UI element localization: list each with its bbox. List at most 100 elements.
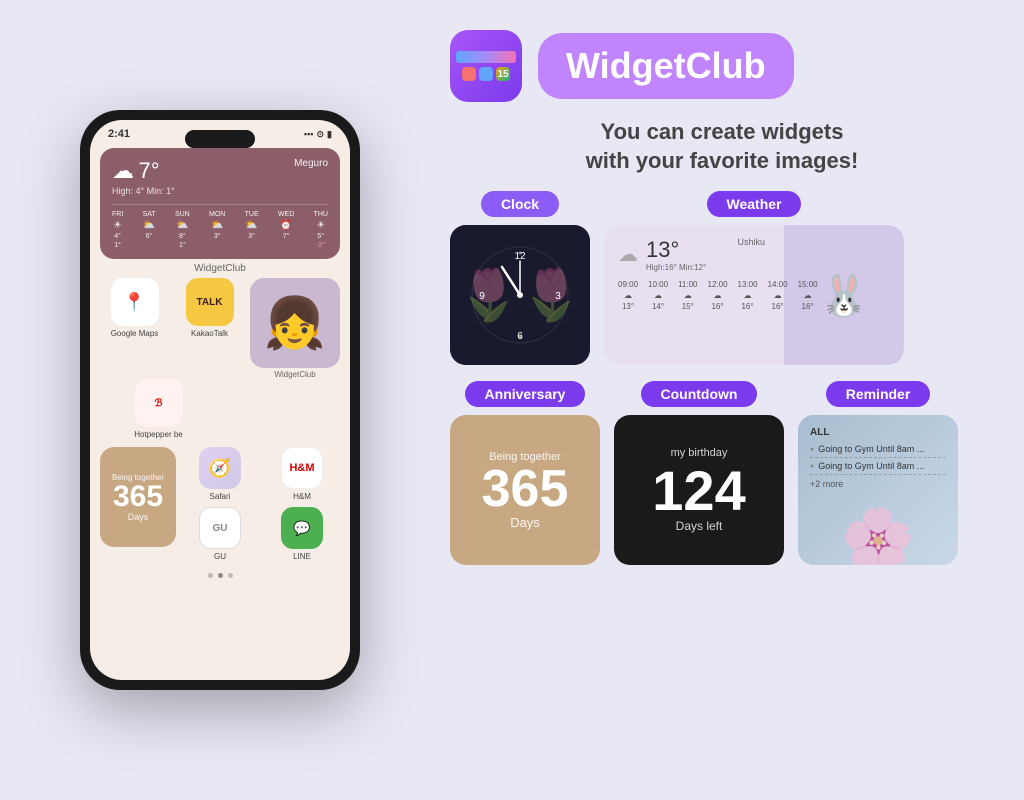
hm-icon: H&M (281, 447, 323, 489)
svg-text:3: 3 (555, 291, 561, 302)
reminder-item-1: ● Going to Gym Until 8am ... (810, 441, 946, 458)
app-header: 15 WidgetClub (450, 30, 994, 102)
countdown-badge: Countdown (641, 381, 758, 407)
app-name-text: WidgetClub (566, 45, 766, 86)
safari-label: Safari (210, 492, 231, 501)
icon-dot-15: 15 (496, 67, 510, 81)
icon-dot-red (462, 67, 476, 81)
phone-notch (185, 130, 255, 148)
phone-app-grid: 📍 Google Maps TALK KakaoTalk 👧 WidgetClu… (90, 278, 350, 379)
app-hm[interactable]: H&M H&M (264, 447, 340, 501)
tagline: You can create widgets with your favorit… (450, 118, 994, 175)
dot-1 (208, 573, 213, 578)
phone-col2: 🧭 Safari GU GU (182, 447, 258, 561)
reminder-demo: 🌸 ALL ● Going to Gym Until 8am ... ● Goi… (798, 415, 958, 565)
phone-highlow: High: 4° Min: 1° (112, 186, 328, 196)
weather-demo-location: Ushiku (737, 237, 765, 247)
reminder-item-2: ● Going to Gym Until 8am ... (810, 458, 946, 475)
photo-widget-area: 👧 WidgetClub (250, 278, 340, 379)
safari-icon: 🧭 (199, 447, 241, 489)
ann-days: Days (108, 512, 168, 522)
ann-demo-days: Days (510, 515, 540, 530)
icon-top-bar (456, 51, 516, 63)
cloud-icon: ☁ (618, 242, 638, 267)
hm-label: H&M (293, 492, 311, 501)
anniversary-badge: Anniversary (465, 381, 586, 407)
app-line[interactable]: 💬 LINE (264, 507, 340, 561)
phone-weather-icon: ☁ (112, 158, 134, 183)
phone-temp: 7° (138, 158, 159, 183)
left-panel: 2:41 ▪▪▪ ⊙ ▮ ☁ 7° Meguro High: 4° Min: 1… (0, 0, 440, 800)
ann-number: 365 (108, 482, 168, 512)
app-gu[interactable]: GU GU (182, 507, 258, 561)
widget-row-bottom: Anniversary Being together 365 Days Coun… (450, 381, 994, 565)
signal-icon: ▪▪▪ (304, 129, 314, 139)
ann-label: Being together (108, 473, 168, 482)
weather-demo-temp: 13° (646, 237, 706, 263)
countdown-demo: my birthday 124 Days left (614, 415, 784, 565)
clock-section: Clock 🌷🌷 12 3 6 9 (450, 191, 590, 365)
ann-demo-label: Being together (489, 451, 561, 463)
phone-bottom-grid: Being together 365 Days 🧭 Safari GU GU (90, 441, 350, 567)
app-hotpepper[interactable]: ℬ Hotpepper be (100, 379, 217, 439)
phone-anniversary-widget: Being together 365 Days (100, 447, 176, 547)
weather-badge: Weather (707, 191, 802, 217)
weather-demo-highlow: High:16° Min:12° (646, 263, 706, 272)
clock-badge: Clock (481, 191, 559, 217)
right-panel: 15 WidgetClub You can create widgets wit… (440, 0, 1024, 800)
wifi-icon: ⊙ (317, 129, 325, 140)
weather-widget-demo: 🐰 Ushiku ☁ 13° High:16° Min:12° 09:00☁13… (604, 225, 904, 365)
gu-icon: GU (199, 507, 241, 549)
icon-dot-blue (479, 67, 493, 81)
anniversary-section: Anniversary Being together 365 Days (450, 381, 600, 565)
line-label: LINE (293, 552, 311, 561)
hotpepper-icon: ℬ (135, 379, 183, 427)
app-row2: ℬ Hotpepper be (90, 379, 350, 441)
weather-section: Weather 🐰 Ushiku ☁ 13° High:16° Min:12° … (604, 191, 904, 365)
hotpepper-label: Hotpepper be (134, 430, 182, 439)
ann-demo-number: 365 (482, 463, 569, 515)
reminder-all: ALL (810, 427, 946, 438)
page-dots (90, 567, 350, 584)
clock-widget-demo: 🌷🌷 12 3 6 9 (450, 225, 590, 365)
line-icon: 💬 (281, 507, 323, 549)
phone-frame: 2:41 ▪▪▪ ⊙ ▮ ☁ 7° Meguro High: 4° Min: 1… (80, 110, 360, 690)
status-icons: ▪▪▪ ⊙ ▮ (304, 129, 332, 140)
phone-screen: 2:41 ▪▪▪ ⊙ ▮ ☁ 7° Meguro High: 4° Min: 1… (90, 120, 350, 680)
countdown-number: 124 (652, 463, 745, 519)
maps-label: Google Maps (111, 329, 159, 338)
dot-3 (228, 573, 233, 578)
phone-col3: H&M H&M 💬 LINE (264, 447, 340, 561)
kakao-label: KakaoTalk (191, 329, 228, 338)
widgetclub-photo-label: WidgetClub (250, 370, 340, 379)
tagline-line2: with your favorite images! (450, 147, 994, 176)
maps-icon: 📍 (111, 278, 159, 326)
app-name-badge: WidgetClub (538, 33, 794, 99)
svg-text:9: 9 (479, 291, 485, 302)
countdown-section: Countdown my birthday 124 Days left (614, 381, 784, 565)
phone-weather-widget: ☁ 7° Meguro High: 4° Min: 1° FRI☀4°1° SA… (100, 148, 340, 259)
reminder-more: +2 more (810, 479, 946, 489)
reminder-content: ALL ● Going to Gym Until 8am ... ● Going… (810, 427, 946, 489)
phone-weather-days: FRI☀4°1° SAT⛅6° SUN⛅8°1° MON⛅3° TUE⛅3° W… (112, 204, 328, 249)
photo-widget: 👧 (250, 278, 340, 368)
weather-demo-content: Ushiku ☁ 13° High:16° Min:12° 09:00☁13° … (618, 237, 890, 311)
battery-icon: ▮ (327, 129, 332, 140)
phone-location: Meguro (294, 158, 328, 169)
phone-time: 2:41 (108, 128, 130, 140)
app-maps[interactable]: 📍 Google Maps (100, 278, 169, 338)
clock-svg: 12 3 6 9 (470, 245, 570, 345)
countdown-sub: Days left (676, 519, 723, 533)
kakao-icon: TALK (186, 278, 234, 326)
app-kakao[interactable]: TALK KakaoTalk (175, 278, 244, 338)
phone-widget-label: WidgetClub (90, 263, 350, 274)
gu-label: GU (214, 552, 226, 561)
icon-bottom-dots: 15 (462, 67, 510, 81)
tagline-line1: You can create widgets (450, 118, 994, 147)
widgetclub-app-icon: 15 (450, 30, 522, 102)
widget-row-top: Clock 🌷🌷 12 3 6 9 (450, 191, 994, 365)
dot-2 (218, 573, 223, 578)
app-safari[interactable]: 🧭 Safari (182, 447, 258, 501)
reminder-section: Reminder 🌸 ALL ● Going to Gym Until 8am … (798, 381, 958, 565)
reminder-badge: Reminder (826, 381, 931, 407)
